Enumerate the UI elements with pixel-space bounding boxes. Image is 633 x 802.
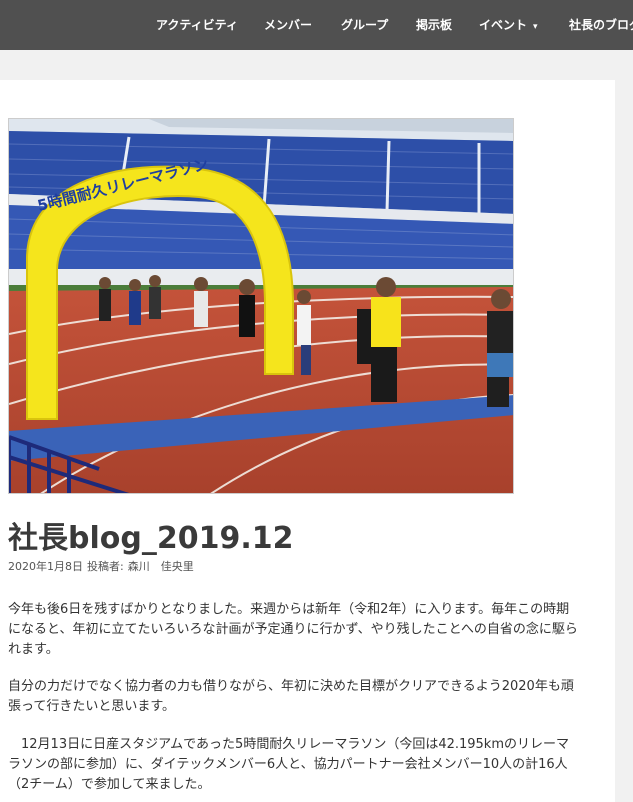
post-paragraph-2: 自分の力だけでなく協力者の力も借りながら、年初に決めた目標がクリアできるよう20… bbox=[8, 679, 574, 714]
post-meta: 2020年1月8日 投稿者: 森川 佳央里 bbox=[8, 558, 194, 574]
featured-image[interactable]: 5時間耐久リレーマラソン bbox=[8, 118, 514, 494]
top-navigation-bar: アクティビティ メンバー グループ 掲示板 イベント ▾ 社長のブログ bbox=[0, 0, 633, 50]
author-prefix: 投稿者: bbox=[87, 560, 124, 573]
stadium-relay-photo: 5時間耐久リレーマラソン bbox=[9, 119, 513, 493]
nav-item-forum[interactable]: 掲示板 bbox=[416, 0, 452, 50]
post-title: 社長blog_2019.12 bbox=[8, 521, 294, 556]
main-nav: アクティビティ メンバー グループ 掲示板 イベント ▾ 社長のブログ bbox=[0, 0, 633, 50]
nav-item-groups[interactable]: グループ bbox=[341, 0, 388, 50]
post-date[interactable]: 2020年1月8日 bbox=[8, 560, 83, 573]
chevron-down-icon: ▾ bbox=[533, 22, 538, 32]
blog-post-card: 5時間耐久リレーマラソン 社長blog_2019.12 2020年1月8日 投稿… bbox=[0, 80, 615, 802]
post-author[interactable]: 森川 佳央里 bbox=[128, 560, 194, 573]
nav-item-members[interactable]: メンバー bbox=[264, 0, 312, 50]
nav-item-president-blog[interactable]: 社長のブログ bbox=[569, 0, 633, 50]
post-paragraph-1: 今年も後6日を残すばかりとなりました。来週からは新年（令和2年）に入ります。毎年… bbox=[8, 602, 578, 657]
post-paragraph-3: 12月13日に日産スタジアムであった5時間耐久リレーマラソン（今回は42.195… bbox=[8, 737, 569, 792]
nav-item-events-label: イベント bbox=[479, 18, 528, 32]
nav-item-activity[interactable]: アクティビティ bbox=[156, 0, 238, 50]
page-spacer bbox=[0, 50, 633, 80]
nav-item-events[interactable]: イベント ▾ bbox=[479, 0, 538, 50]
